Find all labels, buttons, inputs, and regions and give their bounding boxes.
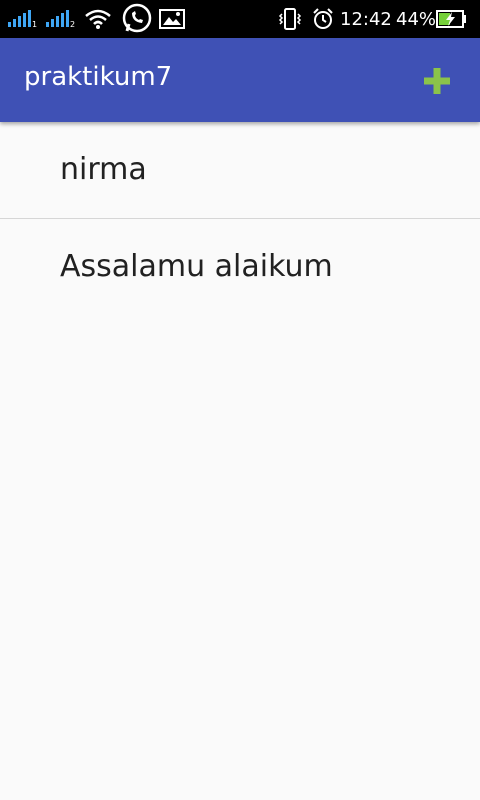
app-bar: praktikum7 xyxy=(0,38,480,122)
vibrate-icon xyxy=(278,0,302,38)
signal-icon: 1 xyxy=(8,0,38,38)
status-time: 12:42 xyxy=(340,8,392,30)
list-item[interactable]: nirma xyxy=(0,122,480,219)
list-item-label: nirma xyxy=(60,152,147,187)
svg-text:1: 1 xyxy=(32,20,37,29)
battery-percent: 44% xyxy=(396,8,437,30)
list-item-label: Assalamu alaikum xyxy=(60,249,333,284)
list-item[interactable]: Assalamu alaikum xyxy=(0,219,480,316)
add-button[interactable] xyxy=(414,58,460,104)
page-title: praktikum7 xyxy=(24,62,173,92)
status-bar: 1 2 12:42 44% xyxy=(0,0,480,38)
gallery-icon xyxy=(159,0,185,38)
item-list: nirma Assalamu alaikum xyxy=(0,122,480,316)
svg-text:2: 2 xyxy=(70,20,75,29)
alarm-icon xyxy=(311,0,335,38)
plus-icon xyxy=(424,68,450,94)
wifi-icon xyxy=(84,0,112,38)
signal-icon: 2 xyxy=(46,0,78,38)
battery-charging-icon xyxy=(436,0,468,38)
whatsapp-icon xyxy=(121,0,153,38)
